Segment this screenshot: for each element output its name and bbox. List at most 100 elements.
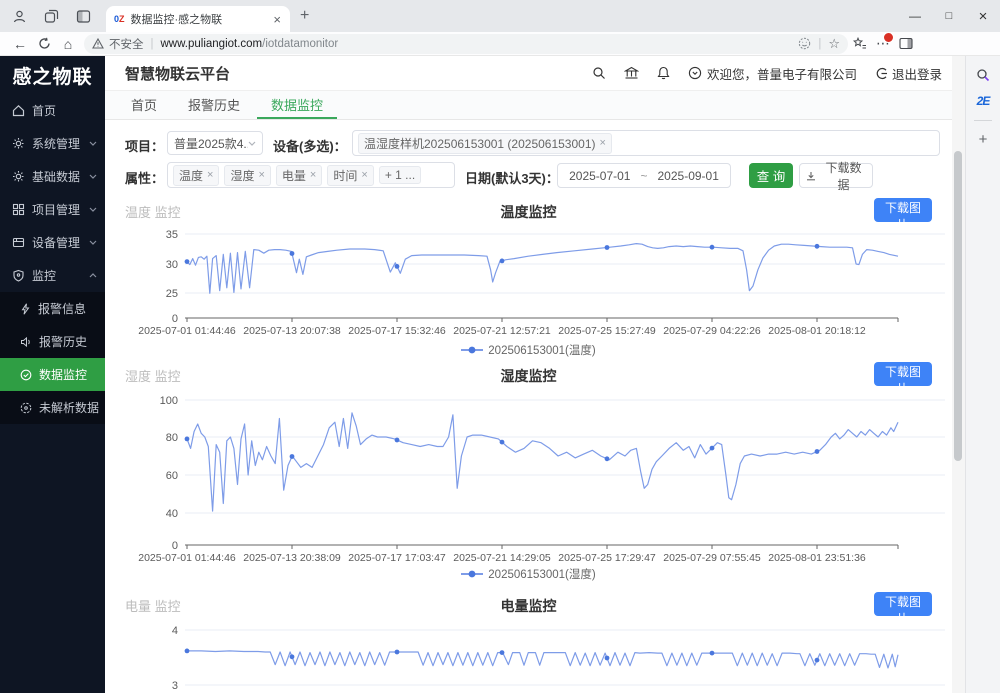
search-icon[interactable] bbox=[592, 66, 606, 80]
browser-tab-strip: 0Z 数据监控·感之物联 × + — □ × bbox=[0, 0, 1000, 32]
page-content: 项目： 普量2025款4... 设备(多选)： 温湿度样机20250615300… bbox=[105, 120, 952, 693]
window-controls: — □ × bbox=[898, 0, 1000, 32]
remove-tag-icon[interactable]: × bbox=[600, 137, 606, 149]
separator: | bbox=[818, 38, 821, 50]
close-icon[interactable]: × bbox=[966, 0, 1000, 32]
browser-tab[interactable]: 0Z 数据监控·感之物联 × bbox=[106, 6, 290, 32]
shield-check-icon bbox=[20, 369, 32, 381]
chart-legend[interactable]: 202506153001(温度) bbox=[105, 342, 952, 358]
bell-icon[interactable] bbox=[657, 66, 670, 80]
remove-tag-icon[interactable]: × bbox=[207, 169, 213, 181]
extension-icon[interactable]: 2E bbox=[977, 94, 990, 108]
workspaces-icon[interactable] bbox=[38, 5, 64, 27]
page-scrollbar[interactable] bbox=[952, 56, 965, 693]
chevron-down-icon bbox=[89, 207, 97, 212]
sidebar-item-alarm-info[interactable]: 报警信息 bbox=[0, 292, 105, 325]
sidebar-panel-icon[interactable] bbox=[894, 37, 918, 50]
sidebar-item-unparsed-data[interactable]: 未解析数据 bbox=[0, 391, 105, 424]
logout-button[interactable]: 退出登录 bbox=[875, 64, 942, 83]
security-label: 不安全 bbox=[109, 36, 144, 52]
sidebar-item-data-monitor[interactable]: 数据监控 bbox=[0, 358, 105, 391]
sidebar-item-project[interactable]: 项目管理 bbox=[0, 193, 105, 226]
svg-text:2025-07-21 14:29:05: 2025-07-21 14:29:05 bbox=[453, 552, 551, 564]
attr-tag: 时间× bbox=[327, 165, 373, 186]
more-options-icon[interactable]: ⋯ bbox=[872, 35, 894, 52]
rail-search-icon[interactable] bbox=[976, 68, 990, 82]
minimize-icon[interactable]: — bbox=[898, 0, 932, 32]
download-data-button[interactable]: 下载数据 bbox=[799, 163, 873, 188]
svg-text:2025-07-25 15:27:49: 2025-07-25 15:27:49 bbox=[558, 325, 656, 337]
device-icon bbox=[12, 236, 25, 249]
attr-label: 属性： bbox=[125, 168, 164, 187]
welcome-text: 欢迎您，普量电子有限公司 bbox=[707, 64, 857, 83]
download-icon bbox=[806, 171, 816, 181]
chart-panel-humidity: 湿度 监控 湿度监控 下载图片 10080604002025-07-01 01:… bbox=[105, 360, 952, 586]
remove-tag-icon[interactable]: × bbox=[361, 169, 367, 181]
device-multiselect[interactable]: 温湿度样机202506153001 (202506153001)× bbox=[352, 130, 940, 156]
user-avatar-icon bbox=[688, 66, 702, 80]
tab-data-monitor[interactable]: 数据监控 bbox=[257, 91, 337, 119]
attr-more-tag[interactable]: + 1 ... bbox=[379, 166, 421, 184]
bank-icon[interactable] bbox=[624, 66, 639, 80]
unparsed-icon bbox=[20, 402, 32, 414]
back-icon[interactable]: ← bbox=[8, 36, 32, 52]
sidebar-item-alarm-history[interactable]: 报警历史 bbox=[0, 325, 105, 358]
attr-multiselect[interactable]: 温度× 湿度× 电量× 时间× + 1 ... bbox=[167, 162, 455, 188]
svg-text:35: 35 bbox=[166, 229, 178, 241]
remove-tag-icon[interactable]: × bbox=[310, 169, 316, 181]
svg-text:2025-07-01 01:44:46: 2025-07-01 01:44:46 bbox=[138, 552, 236, 564]
app-logo: 感之物联 bbox=[0, 56, 105, 94]
humidity-line-chart[interactable]: 10080604002025-07-01 01:44:462025-07-13 … bbox=[120, 392, 950, 564]
user-menu[interactable]: 欢迎您，普量电子有限公司 bbox=[688, 64, 857, 83]
chart-legend[interactable]: 202506153001(湿度) bbox=[105, 566, 952, 582]
sidebar-item-basic-data[interactable]: 基础数据 bbox=[0, 160, 105, 193]
search-button[interactable]: 查 询 bbox=[749, 163, 793, 188]
gear-icon bbox=[12, 137, 25, 150]
refresh-icon[interactable] bbox=[32, 37, 56, 50]
feedback-smiley-icon[interactable] bbox=[798, 37, 811, 50]
new-tab-button[interactable]: + bbox=[300, 7, 309, 25]
svg-text:80: 80 bbox=[166, 432, 178, 444]
home-icon[interactable]: ⌂ bbox=[56, 36, 80, 52]
remove-tag-icon[interactable]: × bbox=[258, 169, 264, 181]
gear-icon bbox=[12, 170, 25, 183]
svg-text:2025-07-17 17:03:47: 2025-07-17 17:03:47 bbox=[348, 552, 446, 564]
sidebar-item-monitor[interactable]: 监控 bbox=[0, 259, 105, 292]
platform-title: 智慧物联云平台 bbox=[125, 63, 230, 84]
battery-line-chart[interactable]: 43 bbox=[120, 622, 950, 693]
download-image-button[interactable]: 下载图片 bbox=[874, 362, 932, 386]
svg-text:2025-07-29 07:55:45: 2025-07-29 07:55:45 bbox=[663, 552, 761, 564]
download-image-button[interactable]: 下载图片 bbox=[874, 592, 932, 616]
svg-text:2025-08-01 20:18:12: 2025-08-01 20:18:12 bbox=[768, 325, 866, 337]
project-select[interactable]: 普量2025款4... bbox=[167, 131, 263, 155]
svg-text:2025-07-25 17:29:47: 2025-07-25 17:29:47 bbox=[558, 552, 656, 564]
download-image-button[interactable]: 下载图片 bbox=[874, 198, 932, 222]
separator: | bbox=[151, 38, 154, 50]
profile-icon[interactable] bbox=[6, 5, 32, 27]
chart-title: 温度监控 bbox=[105, 202, 952, 222]
scrollbar-thumb[interactable] bbox=[954, 151, 962, 461]
tab-alarm-history[interactable]: 报警历史 bbox=[174, 91, 254, 119]
warning-icon bbox=[92, 38, 104, 49]
sidebar-item-system[interactable]: 系统管理 bbox=[0, 127, 105, 160]
favorites-icon[interactable] bbox=[848, 37, 872, 50]
tab-close-icon[interactable]: × bbox=[270, 12, 284, 27]
sidebar-item-home[interactable]: 首页 bbox=[0, 94, 105, 127]
divider bbox=[974, 120, 992, 121]
sidebar-item-device[interactable]: 设备管理 bbox=[0, 226, 105, 259]
rail-add-icon[interactable]: + bbox=[979, 131, 988, 148]
tab-actions-icon[interactable] bbox=[70, 5, 96, 27]
attr-tag: 电量× bbox=[276, 165, 322, 186]
temperature-line-chart[interactable]: 35302502025-07-01 01:44:462025-07-13 20:… bbox=[120, 228, 950, 340]
svg-text:40: 40 bbox=[166, 508, 178, 520]
address-bar[interactable]: 不安全 | www.puliangiot.com/iotdatamonitor … bbox=[84, 34, 848, 54]
attr-tag: 温度× bbox=[173, 165, 219, 186]
date-start: 2025-07-01 bbox=[569, 169, 630, 183]
tab-home[interactable]: 首页 bbox=[117, 91, 171, 119]
svg-text:30: 30 bbox=[166, 259, 178, 271]
bookmark-star-icon[interactable]: ☆ bbox=[828, 36, 840, 52]
date-range-input[interactable]: 2025-07-01 ~ 2025-09-01 bbox=[557, 163, 731, 188]
maximize-icon[interactable]: □ bbox=[932, 0, 966, 32]
url-host: www.puliangiot.com bbox=[161, 38, 263, 50]
chevron-up-icon bbox=[89, 273, 97, 278]
